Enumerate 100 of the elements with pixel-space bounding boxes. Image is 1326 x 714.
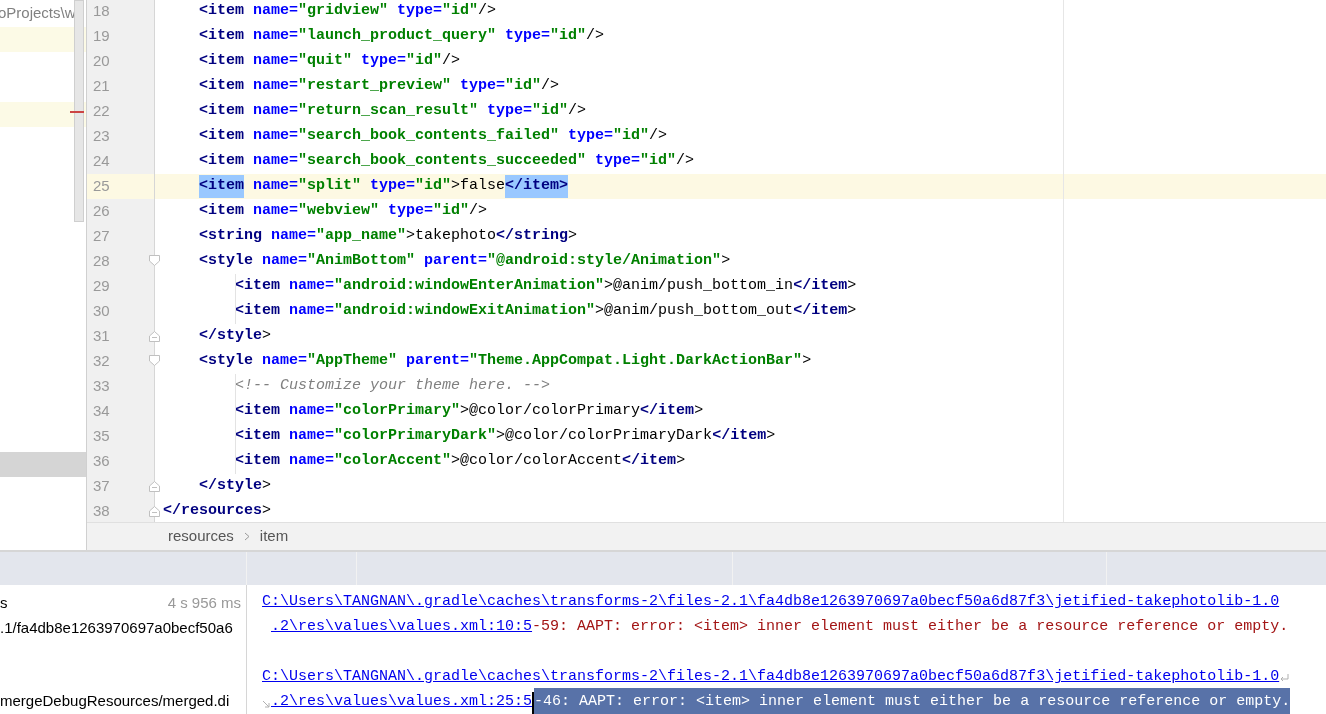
- selected-tree-row[interactable]: [0, 452, 86, 477]
- attribute-value: "android:windowExitAnimation": [334, 301, 596, 322]
- matched-tag: </item>: [505, 175, 569, 198]
- line-number: 21: [93, 76, 110, 97]
- attribute-name: name=: [261, 251, 308, 272]
- file-link[interactable]: C:\Users\TANGNAN\.gradle\caches\transforms-2\files-2.1\fa4db8e1263970697a0becf50a6d87f3\jetified-takephotolib-1.0: [262, 591, 1280, 614]
- line-number: 20: [93, 51, 110, 72]
- element-text: @color/colorAccent: [460, 451, 623, 472]
- attribute-name: name=: [252, 151, 299, 172]
- line-number: 35: [93, 426, 110, 447]
- fold-icon[interactable]: [149, 331, 160, 342]
- line-number: 32: [93, 351, 110, 372]
- tag-bracket: />: [586, 26, 605, 47]
- attribute-name: name=: [270, 226, 317, 247]
- attribute-name: name=: [252, 201, 299, 222]
- build-step[interactable]: .1/fa4db8e1263970697a0becf50a6: [0, 617, 233, 640]
- file-link[interactable]: .2\res\values\values.xml:25:5: [271, 691, 533, 714]
- line-number: 34: [93, 401, 110, 422]
- attribute-name: name=: [288, 301, 335, 322]
- tag-bracket: />: [568, 101, 587, 122]
- build-step[interactable]: s: [0, 592, 8, 615]
- tag-bracket: />: [649, 126, 668, 147]
- tag-bracket: >: [847, 276, 857, 297]
- attribute-value: "search_book_contents_failed": [298, 126, 560, 147]
- xml-tag: </item: [640, 400, 695, 423]
- attribute-name: name=: [252, 26, 299, 47]
- xml-tag: </resources: [163, 500, 263, 522]
- build-time: 4 s 956 ms: [167, 593, 241, 614]
- xml-comment: <!-- Customize your theme here. -->: [235, 376, 551, 397]
- attribute-value: "id": [505, 76, 542, 97]
- line-number: 23: [93, 126, 110, 147]
- tag-bracket: >: [451, 451, 461, 472]
- fold-icon[interactable]: [149, 481, 160, 492]
- tag-bracket: >: [802, 351, 812, 372]
- line-number: 31: [93, 326, 110, 347]
- attribute-name: name=: [288, 451, 335, 472]
- fold-icon[interactable]: [149, 506, 160, 517]
- tag-bracket: >: [406, 226, 416, 247]
- attribute-value: "id": [640, 151, 677, 172]
- chevron-icon: [243, 532, 250, 541]
- tag-bracket: >: [595, 301, 605, 322]
- line-number: 26: [93, 201, 110, 222]
- xml-tag: </item: [793, 300, 848, 323]
- attribute-name: parent=: [423, 251, 488, 272]
- breadcrumb-item[interactable]: resources: [168, 525, 234, 548]
- scrollbar[interactable]: [74, 0, 84, 222]
- attribute-value: "id": [550, 26, 587, 47]
- attribute-name: name=: [288, 426, 335, 447]
- tag-bracket: />: [469, 201, 488, 222]
- line-number: 36: [93, 451, 110, 472]
- attribute-name: type=: [486, 101, 533, 122]
- build-step[interactable]: mergeDebugResources/merged.di: [0, 690, 230, 713]
- tag-bracket: />: [478, 1, 497, 22]
- attribute-name: type=: [504, 26, 551, 47]
- fold-icon[interactable]: [149, 255, 160, 266]
- tag-bracket: >: [451, 176, 461, 197]
- attribute-value: "id": [433, 201, 470, 222]
- xml-tag: <item: [199, 0, 244, 23]
- attribute-value: "colorPrimary": [334, 401, 461, 422]
- error-marker[interactable]: [70, 111, 84, 113]
- attribute-value: "return_scan_result": [298, 101, 479, 122]
- tag-bracket: >: [766, 426, 776, 447]
- attribute-name: parent=: [405, 351, 470, 372]
- xml-tag: </style: [199, 325, 262, 348]
- tag-bracket: >: [460, 401, 470, 422]
- xml-tag: <item: [199, 25, 244, 48]
- tag-bracket: >: [262, 501, 272, 522]
- tag-bracket: >: [496, 426, 506, 447]
- attribute-value: "id": [415, 176, 452, 197]
- attribute-value: "gridview": [298, 1, 389, 22]
- element-text: takephoto: [415, 226, 497, 247]
- xml-tag: <style: [199, 350, 253, 373]
- attribute-value: "colorAccent": [334, 451, 452, 472]
- xml-tag: <item: [235, 425, 280, 448]
- tag-bracket: >: [676, 451, 686, 472]
- xml-tag: <item: [235, 300, 280, 323]
- xml-tag: <item: [199, 200, 244, 223]
- xml-tag: </string: [496, 225, 569, 248]
- attribute-name: name=: [252, 51, 299, 72]
- tag-bracket: >: [694, 401, 704, 422]
- tag-bracket: />: [442, 51, 461, 72]
- tag-bracket: >: [568, 226, 578, 247]
- breadcrumb-item[interactable]: item: [259, 525, 289, 548]
- attribute-value: "@android:style/Animation": [487, 251, 722, 272]
- attribute-name: type=: [459, 76, 506, 97]
- element-text: @anim/push_bottom_out: [604, 301, 794, 322]
- attribute-name: name=: [261, 351, 308, 372]
- attribute-name: type=: [594, 151, 641, 172]
- fold-icon[interactable]: [149, 355, 160, 366]
- attribute-name: name=: [252, 76, 299, 97]
- attribute-value: "id": [442, 1, 479, 22]
- file-link[interactable]: .2\res\values\values.xml:10:5: [271, 616, 533, 639]
- line-number: 33: [93, 376, 110, 397]
- xml-tag: <item: [235, 400, 280, 423]
- attribute-value: "quit": [298, 51, 353, 72]
- attribute-name: type=: [360, 51, 407, 72]
- xml-tag: <item: [199, 75, 244, 98]
- attribute-name: name=: [252, 176, 299, 197]
- xml-tag: <item: [199, 125, 244, 148]
- file-link[interactable]: C:\Users\TANGNAN\.gradle\caches\transforms-2\files-2.1\fa4db8e1263970697a0becf50a6d87f3\jetified-takephotolib-1.0: [262, 666, 1280, 689]
